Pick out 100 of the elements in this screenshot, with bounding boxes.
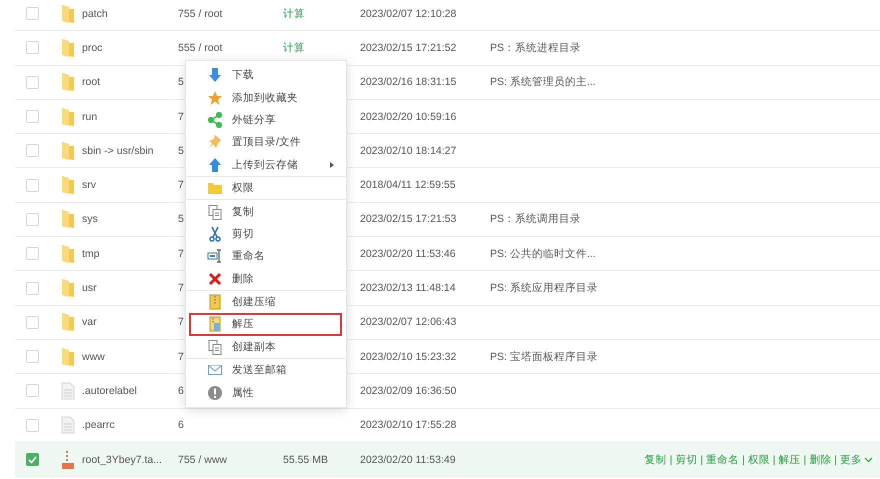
modified-date: 2023/02/15 17:21:52 bbox=[360, 42, 456, 54]
modified-date: 2023/02/13 11:48:14 bbox=[360, 282, 456, 294]
unzip-icon bbox=[207, 316, 223, 332]
folder-icon bbox=[61, 346, 75, 367]
permission-text: 7 bbox=[178, 316, 184, 328]
permission-text: 6 bbox=[178, 419, 184, 432]
file-name[interactable]: srv bbox=[82, 179, 96, 192]
file-name[interactable]: proc bbox=[82, 42, 102, 54]
separator: | bbox=[700, 454, 704, 466]
menu-item[interactable]: 上传到云存储 bbox=[189, 154, 342, 176]
menu-item[interactable]: 外链分享 bbox=[189, 108, 342, 132]
share-icon bbox=[207, 112, 223, 128]
modified-date: 2023/02/10 18:14:27 bbox=[360, 144, 456, 157]
folder-icon bbox=[207, 180, 223, 196]
folder-icon bbox=[61, 312, 75, 332]
folder-icon bbox=[61, 4, 75, 24]
separator: | bbox=[834, 454, 837, 466]
menu-item[interactable]: 删除 bbox=[189, 268, 342, 290]
folder-icon bbox=[61, 140, 75, 161]
file-name[interactable]: www bbox=[82, 350, 105, 363]
permission-text: 5 bbox=[178, 76, 184, 88]
file-name[interactable]: sbin -> usr/sbin bbox=[82, 144, 154, 157]
menu-item[interactable]: 置顶目录/文件 bbox=[189, 131, 342, 154]
copy-icon bbox=[207, 204, 223, 220]
file-icon bbox=[61, 416, 75, 434]
file-name[interactable]: .autorelabel bbox=[82, 384, 137, 397]
modified-date: 2023/02/20 11:53:49 bbox=[360, 454, 456, 466]
copy-icon bbox=[207, 338, 223, 355]
modified-date: 2023/02/20 11:53:46 bbox=[360, 248, 456, 260]
modified-date: 2018/04/11 12:59:55 bbox=[360, 179, 456, 192]
checkbox[interactable] bbox=[26, 453, 39, 466]
file-name[interactable]: var bbox=[82, 316, 97, 328]
folder-icon bbox=[61, 175, 75, 196]
folder-icon bbox=[61, 244, 75, 264]
separator: | bbox=[670, 454, 672, 466]
remark-text: PS：系统调用目录 bbox=[490, 213, 582, 226]
separator: | bbox=[804, 454, 806, 466]
menu-item[interactable]: 重命名 bbox=[189, 245, 342, 268]
folder-icon bbox=[61, 38, 75, 58]
menu-item[interactable]: 添加到收藏夹 bbox=[189, 86, 342, 109]
modified-date: 2023/02/16 18:31:15 bbox=[360, 76, 456, 88]
permission-text: 755 / www bbox=[178, 454, 228, 466]
menu-item[interactable]: 剪切 bbox=[189, 222, 342, 246]
permission-text: 7 bbox=[178, 248, 184, 260]
file-name[interactable]: usr bbox=[82, 282, 97, 294]
permission-text: 6 bbox=[178, 384, 184, 397]
modified-date: 2023/02/07 12:06:43 bbox=[360, 316, 456, 328]
permission-text: 7 bbox=[178, 179, 184, 192]
file-icon bbox=[61, 382, 75, 400]
folder-icon bbox=[61, 209, 75, 230]
permission-text: 755 / root bbox=[178, 8, 222, 20]
file-size: 55.55 MB bbox=[283, 454, 328, 466]
file-name[interactable]: run bbox=[82, 110, 98, 123]
permission-text: 555 / root bbox=[178, 42, 222, 54]
remark-text: PS: 系统管理员的主... bbox=[490, 76, 596, 88]
exclamation-icon bbox=[207, 384, 223, 401]
menu-item[interactable]: 创建副本 bbox=[189, 336, 342, 358]
chevron-down-icon bbox=[864, 456, 873, 462]
modified-date: 2023/02/10 17:55:28 bbox=[360, 419, 456, 432]
modified-date: 2023/02/10 15:23:32 bbox=[360, 350, 456, 363]
menu-item[interactable]: 创建压缩 bbox=[189, 290, 342, 314]
separator: | bbox=[772, 454, 776, 466]
menu-item[interactable]: 复制 bbox=[189, 200, 342, 223]
menu-item[interactable]: 解压 bbox=[189, 313, 342, 336]
remark-text: PS: 公共的临时文件... bbox=[490, 248, 596, 260]
menu-item[interactable]: 下载 bbox=[189, 64, 342, 86]
modified-date: 2023/02/09 16:36:50 bbox=[360, 384, 456, 397]
modified-date: 2023/02/20 10:59:16 bbox=[360, 110, 456, 123]
archive-file-icon bbox=[61, 450, 75, 470]
file-name[interactable]: root_3Ybey7.ta... bbox=[82, 454, 162, 466]
file-name[interactable]: root bbox=[82, 76, 100, 88]
download-arrow-icon bbox=[207, 67, 223, 84]
file-name[interactable]: sys bbox=[82, 213, 98, 226]
menu-item[interactable]: 属性 bbox=[189, 381, 342, 404]
remark-text: PS: 系统应用程序目录 bbox=[490, 282, 598, 294]
permission-text: 7 bbox=[178, 110, 184, 123]
scissors-icon bbox=[207, 226, 223, 242]
modified-date: 2023/02/07 12:10:28 bbox=[360, 8, 456, 20]
permission-text: 7 bbox=[178, 350, 184, 363]
menu-item[interactable]: 权限 bbox=[189, 176, 342, 200]
delete-x-icon bbox=[207, 270, 223, 287]
permission-text: 5 bbox=[178, 213, 184, 226]
permission-text: 7 bbox=[178, 282, 184, 294]
separator: | bbox=[742, 454, 745, 466]
rename-icon bbox=[207, 248, 223, 264]
file-name[interactable]: patch bbox=[82, 8, 108, 20]
star-icon bbox=[207, 90, 223, 106]
remark-text: PS: 宝塔面板程序目录 bbox=[490, 350, 598, 363]
file-name[interactable]: tmp bbox=[82, 248, 100, 260]
remark-text: PS：系统进程目录 bbox=[490, 42, 582, 54]
pin-icon bbox=[207, 134, 223, 150]
folder-icon bbox=[61, 106, 75, 127]
upload-arrow-icon bbox=[207, 156, 223, 173]
menu-item[interactable]: 发送至邮箱 bbox=[189, 359, 342, 382]
zip-icon bbox=[207, 294, 223, 310]
file-name[interactable]: .pearrc bbox=[82, 419, 115, 432]
folder-icon bbox=[61, 278, 75, 298]
modified-date: 2023/02/15 17:21:53 bbox=[360, 213, 456, 226]
permission-text: 5 bbox=[178, 144, 184, 157]
folder-icon bbox=[61, 72, 75, 92]
